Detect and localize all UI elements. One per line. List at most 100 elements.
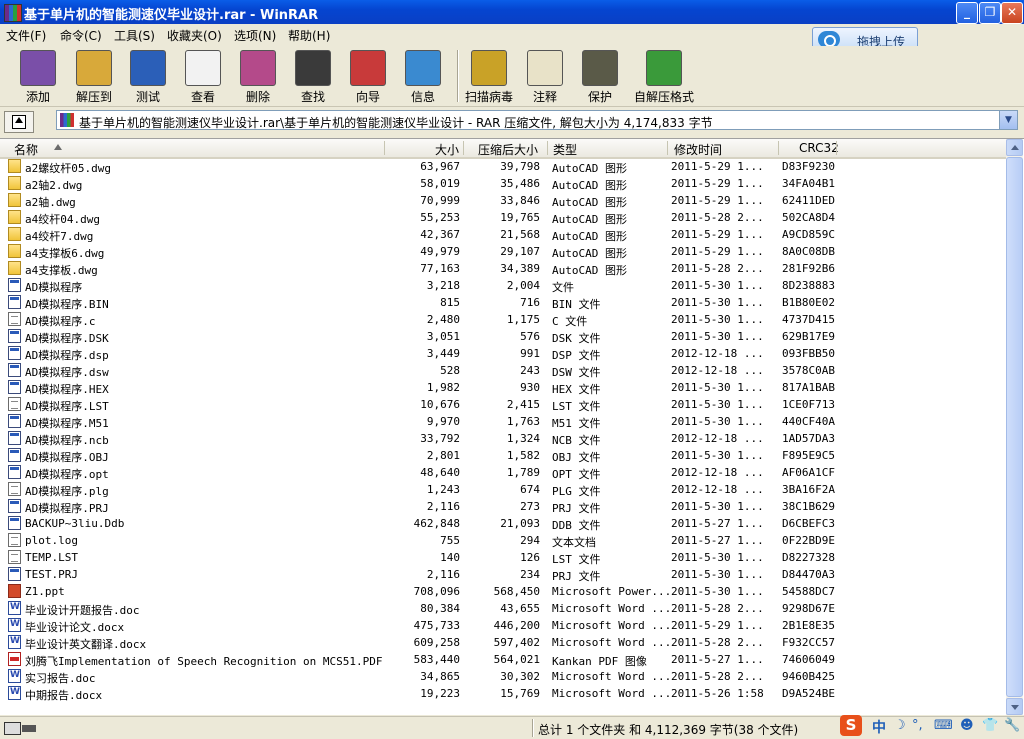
file-type-exe-icon	[8, 329, 21, 343]
wizard-button[interactable]: 向导	[342, 48, 394, 104]
file-packed-size: 29,107	[500, 245, 540, 258]
menu-tools[interactable]: 工具(S)	[114, 27, 155, 44]
file-row[interactable]: AD模拟程序.M51 9,970 1,763 M51 文件 2011-5-30 1...…	[0, 413, 1006, 430]
column-name[interactable]: 名称	[14, 141, 38, 158]
file-list[interactable]: 名称 大小 压缩后大小 类型 修改时间 CRC32 a2螺纹杆05.dwg 63,…	[0, 138, 1024, 715]
delete-button[interactable]: 删除	[232, 48, 284, 104]
file-row[interactable]: AD模拟程序.PRJ 2,116 273 PRJ 文件 2011-5-30 1... 38…	[0, 498, 1006, 515]
file-packed-size: 1,175	[506, 313, 540, 326]
protect-button[interactable]: 保护	[574, 48, 626, 104]
column-divider[interactable]	[667, 141, 668, 155]
file-row[interactable]: a4支撑板6.dwg 49,979 29,107 AutoCAD 图形 2011-5-2…	[0, 243, 1006, 260]
sfx-button[interactable]: 自解压格式	[630, 48, 698, 104]
file-type-exe-icon	[8, 363, 21, 377]
column-divider[interactable]	[463, 141, 464, 155]
file-row[interactable]: plot.log 755 294 文本文档 2011-5-27 1... 0F22BD9E	[0, 532, 1006, 549]
file-row[interactable]: AD模拟程序.HEX 1,982 930 HEX 文件 2011-5-30 1... 81…	[0, 379, 1006, 396]
ime-user-icon[interactable]: ☻	[960, 718, 974, 733]
winrar-app-icon[interactable]	[4, 4, 22, 22]
file-row[interactable]: a4支撑板.dwg 77,163 34,389 AutoCAD 图形 2011-5-28…	[0, 260, 1006, 277]
status-lock-key-icon	[4, 722, 38, 735]
up-arrow-icon	[12, 115, 26, 129]
menu-commands[interactable]: 命令(C)	[60, 27, 102, 44]
file-row[interactable]: AD模拟程序.dsp 3,449 991 DSP 文件 2012-12-18 ... 09…	[0, 345, 1006, 362]
column-divider[interactable]	[547, 141, 548, 155]
address-dropdown-button[interactable]: ▼	[999, 111, 1017, 129]
file-type: AutoCAD 图形	[552, 179, 627, 192]
file-row[interactable]: Z1.ppt 708,096 568,450 Microsoft Power... 20…	[0, 583, 1006, 600]
vertical-scrollbar[interactable]	[1006, 139, 1023, 715]
file-name: AD模拟程序.OBJ	[25, 451, 109, 464]
file-row[interactable]: AD模拟程序.DSK 3,051 576 DSK 文件 2011-5-30 1... 62…	[0, 328, 1006, 345]
ime-moon-icon[interactable]: ☽	[894, 718, 906, 733]
file-row[interactable]: 毕业设计论文.docx 475,733 446,200 Microsoft Word …	[0, 617, 1006, 634]
column-modified[interactable]: 修改时间	[674, 141, 722, 158]
file-row[interactable]: AD模拟程序.BIN 815 716 BIN 文件 2011-5-30 1... B1B8…	[0, 294, 1006, 311]
file-row[interactable]: a4绞杆04.dwg 55,253 19,765 AutoCAD 图形 2011-5-2…	[0, 209, 1006, 226]
ime-mode-chinese[interactable]: 中	[872, 717, 886, 737]
scroll-thumb[interactable]	[1006, 157, 1023, 697]
file-row[interactable]: a2轴2.dwg 58,019 35,486 AutoCAD 图形 2011-5-29 …	[0, 175, 1006, 192]
file-modified: 2011-5-29 1...	[671, 160, 764, 173]
file-row[interactable]: a2螺纹杆05.dwg 63,967 39,798 AutoCAD 图形 2011-5-…	[0, 158, 1006, 175]
menu-favorites[interactable]: 收藏夹(O)	[167, 27, 222, 44]
file-row[interactable]: BACKUP~3liu.Ddb 462,848 21,093 DDB 文件 2011-5…	[0, 515, 1006, 532]
up-one-level-button[interactable]	[4, 111, 34, 133]
file-row[interactable]: AD模拟程序.ncb 33,792 1,324 NCB 文件 2012-12-18 ..…	[0, 430, 1006, 447]
file-row[interactable]: AD模拟程序.plg 1,243 674 PLG 文件 2012-12-18 ... 3B…	[0, 481, 1006, 498]
file-name: AD模拟程序.plg	[25, 485, 109, 498]
ime-toolbar: S 中 ☽ °, ⌨ ☻ 👕 🔧	[838, 714, 1024, 738]
scroll-up-button[interactable]	[1006, 139, 1023, 156]
add-button[interactable]: 添加	[12, 48, 64, 104]
file-row[interactable]: 中期报告.docx 19,223 15,769 Microsoft Word ...2…	[0, 685, 1006, 702]
column-type[interactable]: 类型	[553, 141, 577, 158]
file-row[interactable]: 刘腾飞Implementation of Speech Recognition …	[0, 651, 1006, 668]
file-name: AD模拟程序.dsp	[25, 349, 109, 362]
comment-icon	[527, 50, 563, 86]
column-divider[interactable]	[836, 141, 837, 155]
minimize-button[interactable]: _	[956, 2, 978, 24]
file-row[interactable]: AD模拟程序.OBJ 2,801 1,582 OBJ 文件 2011-5-30 1...…	[0, 447, 1006, 464]
comment-button[interactable]: 注释	[519, 48, 571, 104]
menu-help[interactable]: 帮助(H)	[288, 27, 330, 44]
file-row[interactable]: a4绞杆7.dwg 42,367 21,568 AutoCAD 图形 2011-5-29…	[0, 226, 1006, 243]
view-button[interactable]: 查看	[177, 48, 229, 104]
column-divider[interactable]	[778, 141, 779, 155]
file-name: a2螺纹杆05.dwg	[25, 162, 111, 175]
column-packed-size[interactable]: 压缩后大小	[478, 141, 538, 158]
file-type-exe-icon	[8, 465, 21, 479]
file-row[interactable]: TEST.PRJ 2,116 234 PRJ 文件 2011-5-30 1... D844…	[0, 566, 1006, 583]
file-row[interactable]: AD模拟程序.LST 10,676 2,415 LST 文件 2011-5-30 1..…	[0, 396, 1006, 413]
info-button[interactable]: 信息	[397, 48, 449, 104]
file-row[interactable]: TEMP.LST 140 126 LST 文件 2011-5-30 1... D82273…	[0, 549, 1006, 566]
menu-options[interactable]: 选项(N)	[234, 27, 276, 44]
file-row[interactable]: AD模拟程序 3,218 2,004 文件 2011-5-30 1... 8D238883	[0, 277, 1006, 294]
extract-to-button[interactable]: 解压到	[68, 48, 120, 104]
test-button[interactable]: 测试	[122, 48, 174, 104]
scroll-down-button[interactable]	[1006, 698, 1023, 715]
column-size[interactable]: 大小	[421, 141, 459, 158]
menu-file[interactable]: 文件(F)	[6, 27, 46, 44]
close-button[interactable]: ✕	[1001, 2, 1023, 24]
sogou-ime-logo-icon[interactable]: S	[840, 715, 862, 736]
file-row[interactable]: 毕业设计开题报告.doc 80,384 43,655 Microsoft Word .…	[0, 600, 1006, 617]
file-row[interactable]: 毕业设计英文翻译.docx 609,258 597,402 Microsoft Wor…	[0, 634, 1006, 651]
ime-keyboard-icon[interactable]: ⌨	[934, 718, 953, 733]
file-row[interactable]: AD模拟程序.c 2,480 1,175 C 文件 2011-5-30 1... 4737…	[0, 311, 1006, 328]
find-button[interactable]: 查找	[287, 48, 339, 104]
file-row[interactable]: AD模拟程序.dsw 528 243 DSW 文件 2012-12-18 ... 3578…	[0, 362, 1006, 379]
ime-punctuation-icon[interactable]: °,	[912, 718, 923, 733]
column-crc32[interactable]: CRC32	[799, 141, 839, 155]
file-row[interactable]: AD模拟程序.opt 48,640 1,789 OPT 文件 2012-12-18 ..…	[0, 464, 1006, 481]
file-row[interactable]: a2轴.dwg 70,999 33,846 AutoCAD 图形 2011-5-29 1…	[0, 192, 1006, 209]
address-field[interactable]: 基于单片机的智能测速仪毕业设计.rar\基于单片机的智能测速仪毕业设计 - RA…	[56, 110, 1018, 130]
ime-wrench-icon[interactable]: 🔧	[1004, 718, 1020, 733]
file-modified: 2011-5-30 1...	[671, 296, 764, 309]
file-crc32: D83F9230	[782, 160, 835, 173]
column-divider[interactable]	[384, 141, 385, 155]
virus-scan-button[interactable]: 扫描病毒	[461, 48, 517, 104]
maximize-button[interactable]: ❐	[979, 2, 1001, 24]
file-row[interactable]: 实习报告.doc 34,865 30,302 Microsoft Word ...20…	[0, 668, 1006, 685]
file-type-dwg-icon	[8, 261, 21, 275]
ime-shirt-icon[interactable]: 👕	[982, 718, 998, 733]
